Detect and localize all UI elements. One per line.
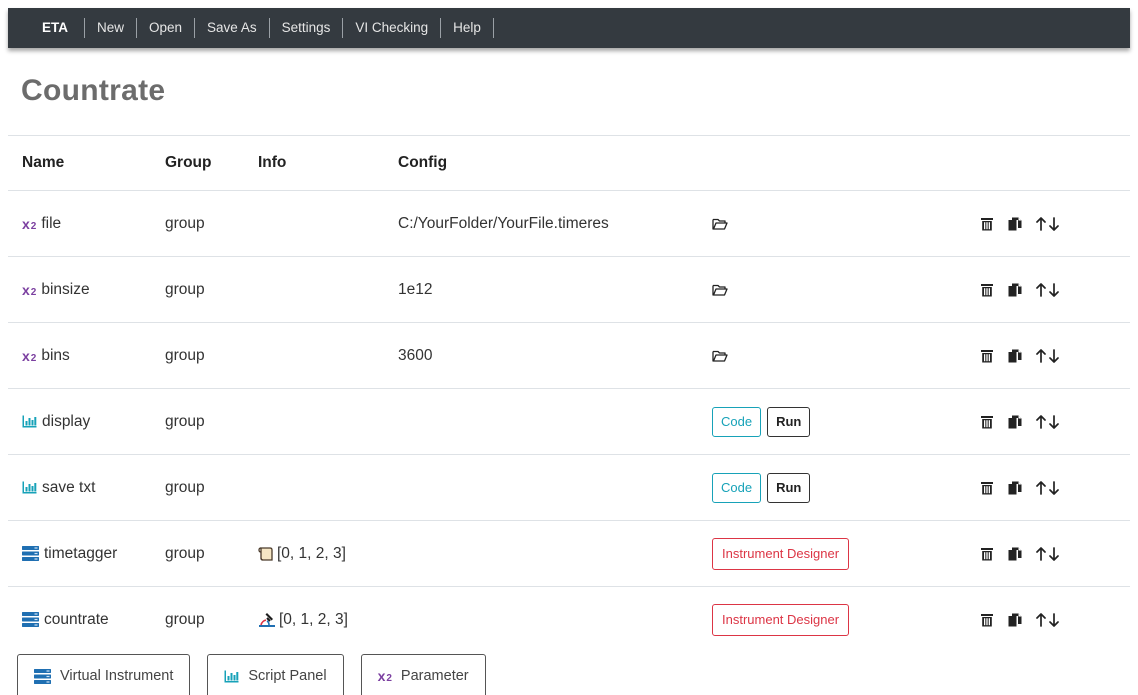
header-config: Config bbox=[398, 154, 448, 171]
nav-brand[interactable]: ETA bbox=[28, 19, 84, 37]
trash-icon[interactable] bbox=[980, 415, 994, 429]
copy-icon[interactable] bbox=[1008, 547, 1022, 561]
row-info: [0, 1, 2, 3] bbox=[277, 544, 346, 562]
instrument-designer-button[interactable]: Instrument Designer bbox=[712, 537, 850, 570]
nav-open[interactable]: Open bbox=[137, 19, 194, 37]
chart-icon bbox=[224, 670, 239, 683]
arrow-down-icon[interactable] bbox=[1049, 283, 1059, 297]
arrow-up-icon[interactable] bbox=[1036, 283, 1046, 297]
trash-icon[interactable] bbox=[980, 283, 994, 297]
nav-vi-checking[interactable]: VI Checking bbox=[343, 19, 440, 37]
arrow-down-icon[interactable] bbox=[1049, 349, 1059, 363]
arrow-down-icon[interactable] bbox=[1049, 217, 1059, 231]
server-icon bbox=[22, 546, 39, 561]
row-info: [0, 1, 2, 3] bbox=[279, 610, 348, 628]
nav-new[interactable]: New bbox=[85, 19, 136, 37]
row-name[interactable]: file bbox=[41, 216, 61, 232]
table-row: countrate group [0, 1, 2, 3] Instrument … bbox=[8, 586, 1130, 652]
trash-icon[interactable] bbox=[980, 613, 994, 627]
add-virtual-instrument-button[interactable]: Virtual Instrument bbox=[17, 654, 191, 695]
copy-icon[interactable] bbox=[1008, 349, 1022, 363]
parameter-icon: x2 bbox=[22, 347, 37, 364]
add-script-panel-button[interactable]: Script Panel bbox=[207, 654, 344, 695]
row-name[interactable]: save txt bbox=[42, 480, 95, 496]
row-name[interactable]: binsize bbox=[41, 282, 89, 298]
nav-help[interactable]: Help bbox=[441, 19, 493, 37]
copy-icon[interactable] bbox=[1008, 217, 1022, 231]
row-group[interactable]: group bbox=[165, 257, 205, 322]
table-row: save txt group Code Run bbox=[8, 454, 1130, 520]
nav-save-as[interactable]: Save As bbox=[195, 19, 269, 37]
row-name[interactable]: timetagger bbox=[44, 546, 117, 562]
arrow-down-icon[interactable] bbox=[1049, 613, 1059, 627]
arrow-up-icon[interactable] bbox=[1036, 481, 1046, 495]
parameter-icon: x2 bbox=[22, 281, 37, 298]
row-name[interactable]: display bbox=[42, 414, 90, 430]
header-name: Name bbox=[22, 154, 65, 171]
header-group: Group bbox=[165, 154, 212, 171]
copy-icon[interactable] bbox=[1008, 415, 1022, 429]
arrow-up-icon[interactable] bbox=[1036, 217, 1046, 231]
row-group[interactable]: group bbox=[165, 587, 205, 652]
server-icon bbox=[34, 669, 51, 684]
copy-icon[interactable] bbox=[1008, 613, 1022, 627]
run-button[interactable]: Run bbox=[767, 472, 811, 503]
server-icon bbox=[22, 612, 39, 627]
arrow-down-icon[interactable] bbox=[1049, 547, 1059, 561]
header-info: Info bbox=[258, 154, 287, 171]
add-component-bar: Virtual Instrument Script Panel x2 Param… bbox=[17, 654, 486, 695]
chart-icon bbox=[22, 415, 37, 428]
page-title: Countrate bbox=[21, 74, 166, 107]
row-group[interactable]: group bbox=[165, 191, 205, 256]
row-group[interactable]: group bbox=[165, 455, 205, 520]
copy-icon[interactable] bbox=[1008, 283, 1022, 297]
instrument-designer-button[interactable]: Instrument Designer bbox=[712, 603, 850, 636]
arrow-up-icon[interactable] bbox=[1036, 349, 1046, 363]
folder-open-icon[interactable] bbox=[712, 217, 728, 231]
copy-icon[interactable] bbox=[1008, 481, 1022, 495]
arrow-up-icon[interactable] bbox=[1036, 547, 1046, 561]
parameter-icon: x2 bbox=[377, 668, 392, 684]
row-name[interactable]: bins bbox=[41, 348, 69, 364]
trash-icon[interactable] bbox=[980, 547, 994, 561]
top-navbar: ETA New Open Save As Settings VI Checkin… bbox=[8, 8, 1130, 48]
arrow-down-icon[interactable] bbox=[1049, 481, 1059, 495]
code-button[interactable]: Code bbox=[712, 406, 762, 437]
parameter-icon: x2 bbox=[22, 215, 37, 232]
folder-open-icon[interactable] bbox=[712, 349, 728, 363]
row-config[interactable]: C:/YourFolder/YourFile.timeres bbox=[398, 191, 609, 256]
table-row: x2 bins group 3600 bbox=[8, 322, 1130, 388]
row-config[interactable]: 3600 bbox=[398, 323, 432, 388]
row-group[interactable]: group bbox=[165, 389, 205, 454]
nav-settings[interactable]: Settings bbox=[270, 19, 343, 37]
nav-separator bbox=[492, 18, 494, 38]
row-group[interactable]: group bbox=[165, 521, 205, 586]
table-row: x2 file group C:/YourFolder/YourFile.tim… bbox=[8, 190, 1130, 256]
table-row: x2 binsize group 1e12 bbox=[8, 256, 1130, 322]
components-table: Name Group Info Config x2 file group C:/… bbox=[8, 135, 1130, 652]
trash-icon[interactable] bbox=[980, 349, 994, 363]
arrow-up-icon[interactable] bbox=[1036, 613, 1046, 627]
trash-icon[interactable] bbox=[980, 481, 994, 495]
arrow-up-icon[interactable] bbox=[1036, 415, 1046, 429]
chart-icon bbox=[22, 481, 37, 494]
scroll-icon bbox=[258, 546, 274, 562]
microscope-icon bbox=[258, 612, 276, 628]
arrow-down-icon[interactable] bbox=[1049, 415, 1059, 429]
add-parameter-button[interactable]: x2 Parameter bbox=[360, 654, 486, 695]
row-name[interactable]: countrate bbox=[44, 612, 109, 628]
run-button[interactable]: Run bbox=[767, 406, 811, 437]
folder-open-icon[interactable] bbox=[712, 283, 728, 297]
code-button[interactable]: Code bbox=[712, 472, 762, 503]
row-config[interactable]: 1e12 bbox=[398, 257, 432, 322]
row-group[interactable]: group bbox=[165, 323, 205, 388]
trash-icon[interactable] bbox=[980, 217, 994, 231]
table-row: timetagger group [0, 1, 2, 3] Instrument… bbox=[8, 520, 1130, 586]
table-header: Name Group Info Config bbox=[8, 135, 1130, 190]
table-row: display group Code Run bbox=[8, 388, 1130, 454]
